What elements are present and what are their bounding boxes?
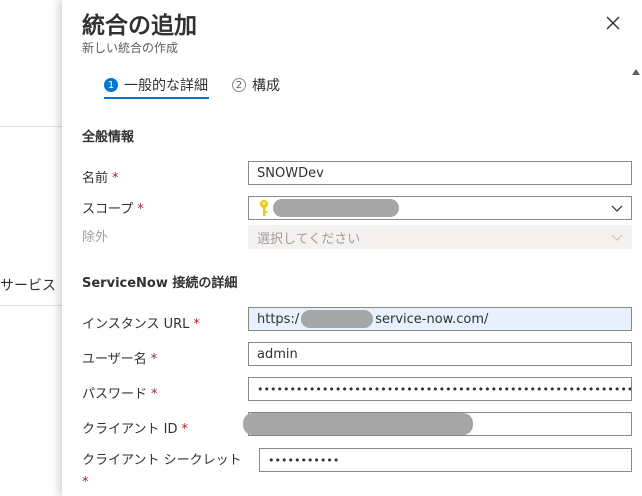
tab-general-label: 一般的な詳細 bbox=[124, 78, 208, 94]
key-icon bbox=[260, 200, 268, 216]
name-input[interactable]: SNOWDev bbox=[248, 161, 632, 185]
background-divider-2 bbox=[0, 305, 62, 306]
password-value: ••••••••••••••••••••••••••••••••••••••••… bbox=[257, 382, 632, 396]
connection-section-title: ServiceNow 接続の詳細 bbox=[82, 276, 238, 291]
panel-subtitle: 新しい統合の作成 bbox=[82, 41, 179, 55]
instance-url-label: インスタンス URL * bbox=[82, 317, 200, 332]
add-integration-panel: 統合の追加 新しい統合の作成 1 一般的な詳細 2 構成 全般情報 名前 * SN… bbox=[62, 0, 642, 496]
redacted-instance bbox=[301, 310, 374, 328]
redacted-client-id bbox=[243, 413, 473, 435]
client-id-label: クライアント ID * bbox=[82, 422, 188, 437]
instance-url-prefix: https:/ bbox=[257, 311, 300, 327]
scope-label: スコープ * bbox=[82, 202, 144, 217]
tab-configuration[interactable]: 2 構成 bbox=[232, 70, 280, 100]
tab-configuration-label: 構成 bbox=[252, 78, 280, 94]
username-label: ユーザー名 * bbox=[82, 352, 158, 367]
panel-title: 統合の追加 bbox=[82, 13, 197, 39]
scroll-up-icon[interactable] bbox=[632, 68, 640, 76]
password-label: パスワード * bbox=[82, 387, 158, 402]
chevron-down-icon bbox=[611, 234, 623, 241]
name-label: 名前 * bbox=[82, 171, 119, 186]
background-divider bbox=[0, 126, 62, 127]
close-icon[interactable] bbox=[602, 12, 624, 34]
tab-general-number: 1 bbox=[104, 78, 118, 92]
background-service-label: サービス bbox=[0, 278, 56, 294]
exclude-dropdown[interactable]: 選択してください bbox=[248, 225, 632, 249]
client-secret-value: ••••••••••• bbox=[268, 453, 340, 467]
instance-url-input[interactable]: https:/ service-now.com/ bbox=[248, 307, 632, 331]
exclude-label: 除外 bbox=[82, 230, 109, 245]
background-page bbox=[0, 0, 62, 496]
tab-configuration-number: 2 bbox=[232, 78, 246, 92]
tab-general-details[interactable]: 1 一般的な詳細 bbox=[104, 70, 208, 100]
redacted-scope bbox=[273, 199, 399, 217]
active-tab-indicator bbox=[104, 97, 209, 99]
client-secret-input[interactable]: ••••••••••• bbox=[259, 448, 632, 472]
scope-dropdown[interactable] bbox=[248, 196, 632, 220]
client-secret-label: クライアント シークレット * bbox=[82, 453, 242, 490]
password-input[interactable]: ••••••••••••••••••••••••••••••••••••••••… bbox=[248, 377, 632, 401]
instance-url-suffix: service-now.com/ bbox=[375, 311, 489, 327]
general-section-title: 全般情報 bbox=[82, 130, 135, 145]
username-value: admin bbox=[257, 346, 298, 362]
name-input-value: SNOWDev bbox=[257, 165, 324, 181]
chevron-down-icon bbox=[611, 205, 623, 212]
username-input[interactable]: admin bbox=[248, 342, 632, 366]
exclude-placeholder: 選択してください bbox=[257, 231, 361, 247]
